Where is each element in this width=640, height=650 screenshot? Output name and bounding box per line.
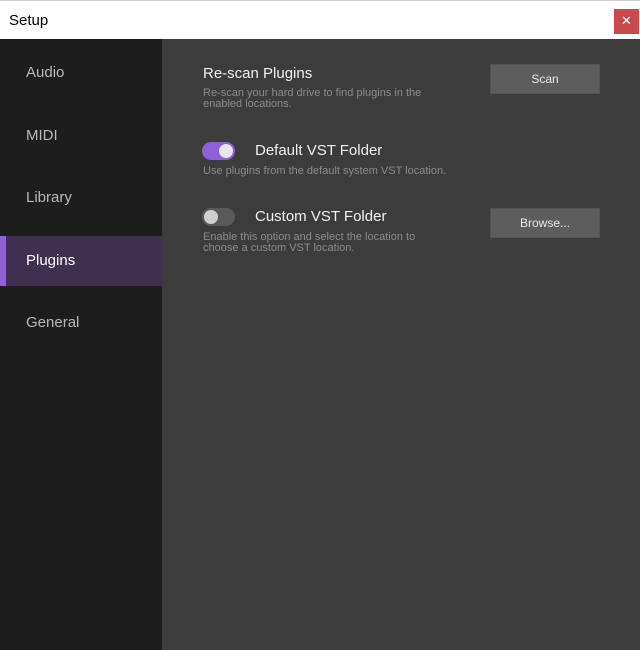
scan-button[interactable]: Scan [490, 64, 600, 94]
custom-vst-description: Enable this option and select the locati… [203, 231, 416, 254]
default-vst-description: Use plugins from the default system VST … [203, 165, 447, 177]
rescan-plugins-title: Re-scan Plugins [203, 65, 313, 82]
sidebar-item-audio[interactable]: Audio [0, 48, 162, 98]
plugins-panel: Re-scan Plugins Re-scan your hard drive … [162, 39, 640, 650]
default-vst-toggle[interactable] [202, 142, 235, 160]
rescan-plugins-description: Re-scan your hard drive to find plugins … [203, 87, 422, 110]
sidebar-item-general[interactable]: General [0, 298, 162, 348]
sidebar-item-midi[interactable]: MIDI [0, 111, 162, 161]
sidebar: Audio MIDI Library Plugins General [0, 39, 162, 650]
close-icon: ✕ [621, 14, 632, 29]
custom-vst-toggle[interactable] [202, 208, 235, 226]
toggle-knob [219, 144, 233, 158]
custom-vst-title: Custom VST Folder [255, 208, 387, 225]
default-vst-title: Default VST Folder [255, 142, 383, 159]
sidebar-item-library[interactable]: Library [0, 173, 162, 223]
title-bar: Setup ✕ [0, 0, 640, 39]
toggle-knob [204, 210, 218, 224]
browse-button[interactable]: Browse... [490, 208, 600, 238]
sidebar-item-plugins[interactable]: Plugins [0, 236, 162, 286]
setup-window: Setup ✕ Audio MIDI Library Plugins Gener… [0, 0, 640, 650]
close-button[interactable]: ✕ [614, 9, 639, 34]
window-title: Setup [9, 12, 49, 29]
